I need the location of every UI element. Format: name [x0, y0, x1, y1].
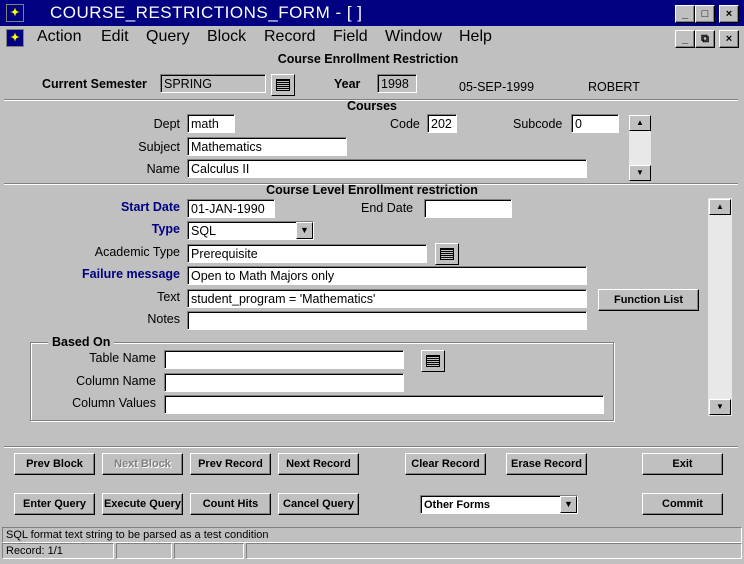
- subject-field[interactable]: Mathematics: [187, 137, 347, 156]
- year-label: Year: [334, 77, 361, 91]
- prev-block-button[interactable]: Prev Block: [14, 453, 95, 475]
- chevron-down-icon[interactable]: ▼: [560, 496, 577, 513]
- chevron-down-icon[interactable]: ▼: [296, 222, 313, 239]
- status-cell-3: [174, 543, 244, 559]
- menu-query[interactable]: Query: [146, 28, 190, 46]
- doc-minimize-button[interactable]: _: [675, 30, 695, 48]
- restriction-scrollbar[interactable]: ▲ ▼: [707, 197, 733, 417]
- courses-section-title: Courses: [346, 99, 398, 113]
- menu-record[interactable]: Record: [264, 28, 316, 46]
- next-block-button[interactable]: Next Block: [102, 453, 183, 475]
- menu-window[interactable]: Window: [385, 28, 442, 46]
- list-icon: [426, 355, 440, 367]
- status-cell-2: [116, 543, 172, 559]
- restriction-section-title: Course Level Enrollment restriction: [266, 183, 478, 197]
- start-date-field[interactable]: 01-JAN-1990: [187, 199, 275, 218]
- code-label: Code: [390, 117, 420, 131]
- clear-record-button[interactable]: Clear Record: [405, 453, 486, 475]
- notes-field[interactable]: [187, 311, 587, 330]
- academic-type-list-button[interactable]: [435, 243, 459, 265]
- doc-close-button[interactable]: ×: [719, 30, 739, 48]
- based-on-title: Based On: [48, 335, 115, 349]
- code-field[interactable]: 202: [427, 114, 457, 133]
- academic-type-field[interactable]: Prerequisite: [187, 244, 427, 263]
- menu-block[interactable]: Block: [207, 28, 246, 46]
- table-name-label: Table Name: [89, 351, 156, 365]
- app-icon[interactable]: ✦: [6, 4, 24, 22]
- document-icon[interactable]: ✦: [6, 29, 24, 47]
- erase-record-button[interactable]: Erase Record: [506, 453, 587, 475]
- subcode-label: Subcode: [513, 117, 563, 131]
- close-button[interactable]: ×: [719, 5, 739, 23]
- type-select-value: SQL: [191, 224, 217, 238]
- doc-restore-button[interactable]: ⧉: [695, 30, 715, 48]
- other-forms-select[interactable]: Other Forms ▼: [420, 495, 578, 514]
- column-name-label: Column Name: [76, 374, 156, 388]
- start-date-label: Start Date: [120, 200, 180, 214]
- menu-field[interactable]: Field: [333, 28, 368, 46]
- subcode-field[interactable]: 0: [571, 114, 619, 133]
- dept-field[interactable]: math: [187, 114, 235, 133]
- execute-query-button[interactable]: Execute Query: [102, 493, 183, 515]
- semester-list-button[interactable]: [271, 74, 295, 96]
- menu-action[interactable]: Action: [37, 28, 81, 46]
- current-semester-field[interactable]: SPRING: [160, 74, 266, 93]
- scroll-up-icon[interactable]: ▲: [709, 199, 731, 215]
- text-field[interactable]: student_program = 'Mathematics': [187, 289, 587, 308]
- failure-message-label: Failure message: [82, 267, 180, 281]
- record-indicator: Record: 1/1: [2, 543, 114, 559]
- function-list-button[interactable]: Function List: [598, 289, 699, 311]
- menu-help[interactable]: Help: [459, 28, 492, 46]
- failure-message-field[interactable]: Open to Math Majors only: [187, 266, 587, 285]
- status-message: SQL format text string to be parsed as a…: [2, 527, 742, 543]
- next-record-button[interactable]: Next Record: [278, 453, 359, 475]
- maximize-button[interactable]: □: [695, 5, 715, 23]
- form-title: Course Enrollment Restriction: [277, 52, 459, 66]
- dept-label: Dept: [153, 117, 180, 131]
- name-label: Name: [146, 162, 180, 176]
- end-date-field[interactable]: [424, 199, 512, 218]
- scroll-down-icon[interactable]: ▼: [709, 399, 731, 415]
- column-name-field[interactable]: [164, 373, 404, 392]
- course-name-field[interactable]: Calculus II: [187, 159, 587, 178]
- count-hits-button[interactable]: Count Hits: [190, 493, 271, 515]
- cancel-query-button[interactable]: Cancel Query: [278, 493, 359, 515]
- current-semester-label: Current Semester: [42, 77, 147, 91]
- column-values-label: Column Values: [72, 396, 156, 410]
- menu-bar: ✦ Action Edit Query Block Record Field W…: [0, 26, 744, 50]
- year-field[interactable]: 1998: [377, 74, 417, 93]
- list-icon: [276, 79, 290, 91]
- window-title: COURSE_RESTRICTIONS_FORM - [ ]: [50, 3, 363, 22]
- scroll-down-icon[interactable]: ▼: [629, 165, 651, 181]
- notes-label: Notes: [147, 312, 180, 326]
- academic-type-label: Academic Type: [94, 245, 180, 259]
- exit-button[interactable]: Exit: [642, 453, 723, 475]
- title-bar: ✦ COURSE_RESTRICTIONS_FORM - [ ] _ □ ×: [0, 0, 744, 26]
- scroll-up-icon[interactable]: ▲: [629, 115, 651, 131]
- table-name-field[interactable]: [164, 350, 404, 369]
- current-user: ROBERT: [588, 80, 640, 94]
- end-date-label: End Date: [361, 201, 414, 215]
- prev-record-button[interactable]: Prev Record: [190, 453, 271, 475]
- status-cell-4: [246, 543, 742, 559]
- list-icon: [440, 248, 454, 260]
- buttons-divider: [4, 446, 738, 448]
- column-values-field[interactable]: [164, 395, 604, 414]
- minimize-button[interactable]: _: [675, 5, 695, 23]
- menu-edit[interactable]: Edit: [101, 28, 129, 46]
- other-forms-value: Other Forms: [424, 499, 491, 511]
- type-label: Type: [151, 222, 180, 236]
- type-select[interactable]: SQL ▼: [187, 221, 314, 240]
- subject-label: Subject: [138, 140, 180, 154]
- text-label: Text: [157, 290, 180, 304]
- enter-query-button[interactable]: Enter Query: [14, 493, 95, 515]
- commit-button[interactable]: Commit: [642, 493, 723, 515]
- current-date: 05-SEP-1999: [459, 80, 535, 94]
- courses-scrollbar[interactable]: ▲ ▼: [628, 114, 652, 182]
- table-name-list-button[interactable]: [421, 350, 445, 372]
